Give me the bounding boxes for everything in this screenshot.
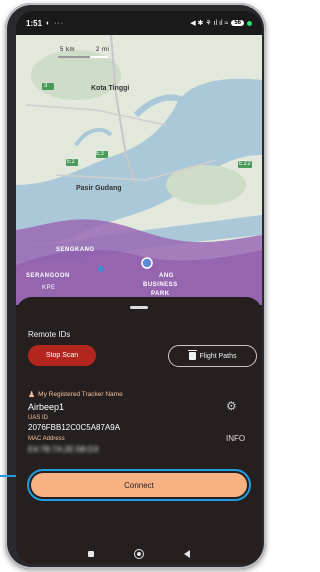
- notification-icons: ◐ ···: [46, 19, 65, 27]
- scale-mi: 2 mi: [96, 47, 110, 53]
- home-icon[interactable]: [134, 548, 144, 559]
- map-canvas: [16, 35, 262, 305]
- trash-icon: [187, 350, 197, 360]
- registered-tracker-label: ♟ My Registered Tracker Name: [28, 390, 123, 399]
- flight-paths-label: Flight Paths: [199, 352, 237, 360]
- label-serangoon: SERANGOON: [26, 273, 70, 279]
- flight-paths-button[interactable]: Flight Paths: [168, 345, 257, 367]
- privacy-dot-icon: [247, 20, 252, 26]
- remote-ids-title: Remote IDs: [28, 330, 71, 339]
- android-nav-bar: [16, 543, 262, 564]
- screen: 1:51 ◐ ··· ◀ ✱ ⚘ ıl ıl ≈ 56 5 km 2 mi Ko…: [16, 11, 262, 564]
- connect-highlight: Connect: [27, 469, 251, 501]
- mac-address-value: E4:7B:7A:2E:5B:D3: [28, 445, 99, 454]
- road-badge-2: E3: [96, 151, 105, 157]
- uas-id-value: 2076FBB12C0C5A87A9A: [28, 423, 120, 432]
- settings-gear-icon[interactable]: ⚙: [226, 399, 237, 413]
- label-sengkang: SENGKANG: [56, 247, 95, 253]
- label-ang: ANG: [159, 273, 174, 279]
- map-view[interactable]: 5 km 2 mi Kota Tinggi 3 E3 E2 E22 Pasir …: [16, 35, 262, 305]
- scale-km: 5 km: [60, 47, 76, 53]
- status-bar: 1:51 ◐ ··· ◀ ✱ ⚘ ıl ıl ≈ 56: [16, 11, 262, 35]
- label-pasir-gudang: Pasir Gudang: [76, 185, 122, 192]
- recents-icon[interactable]: [88, 550, 94, 557]
- phone-frame: 1:51 ◐ ··· ◀ ✱ ⚘ ıl ıl ≈ 56 5 km 2 mi Ko…: [5, 3, 266, 569]
- info-link[interactable]: INFO: [226, 434, 245, 443]
- annotation-pointer-line: [0, 475, 16, 477]
- label-business: BUSINESS: [143, 282, 178, 288]
- status-time: 1:51: [26, 18, 43, 28]
- road-badge-1: 3: [44, 83, 48, 89]
- battery-icon: 56: [231, 20, 244, 26]
- registered-tracker-text: My Registered Tracker Name: [38, 391, 123, 398]
- label-kota-tinggi: Kota Tinggi: [91, 85, 130, 92]
- road-badge-3: E2: [67, 159, 76, 165]
- connect-button[interactable]: Connect: [31, 473, 247, 497]
- status-icons: ◀ ✱ ⚘ ıl ıl ≈ 56: [190, 19, 252, 27]
- uas-id-text: 2076FBB12C0C5A87A9A: [28, 423, 121, 432]
- person-icon: ♟: [28, 390, 36, 399]
- bottom-sheet: Remote IDs Stop Scan Flight Paths ♟ My R…: [16, 297, 262, 564]
- device-name: Airbeep1: [28, 402, 65, 412]
- signal-icons: ◀ ✱ ⚘ ıl ıl ≈: [190, 20, 229, 27]
- road-badge-4: E22: [239, 161, 252, 167]
- stop-scan-button[interactable]: Stop Scan: [28, 345, 96, 366]
- back-icon[interactable]: [184, 549, 190, 558]
- drag-handle[interactable]: [130, 306, 148, 309]
- mac-address-label: MAC Address: [28, 436, 65, 442]
- road-badge-kpe: KPE: [42, 285, 56, 291]
- uas-id-label: UAS ID: [28, 415, 49, 421]
